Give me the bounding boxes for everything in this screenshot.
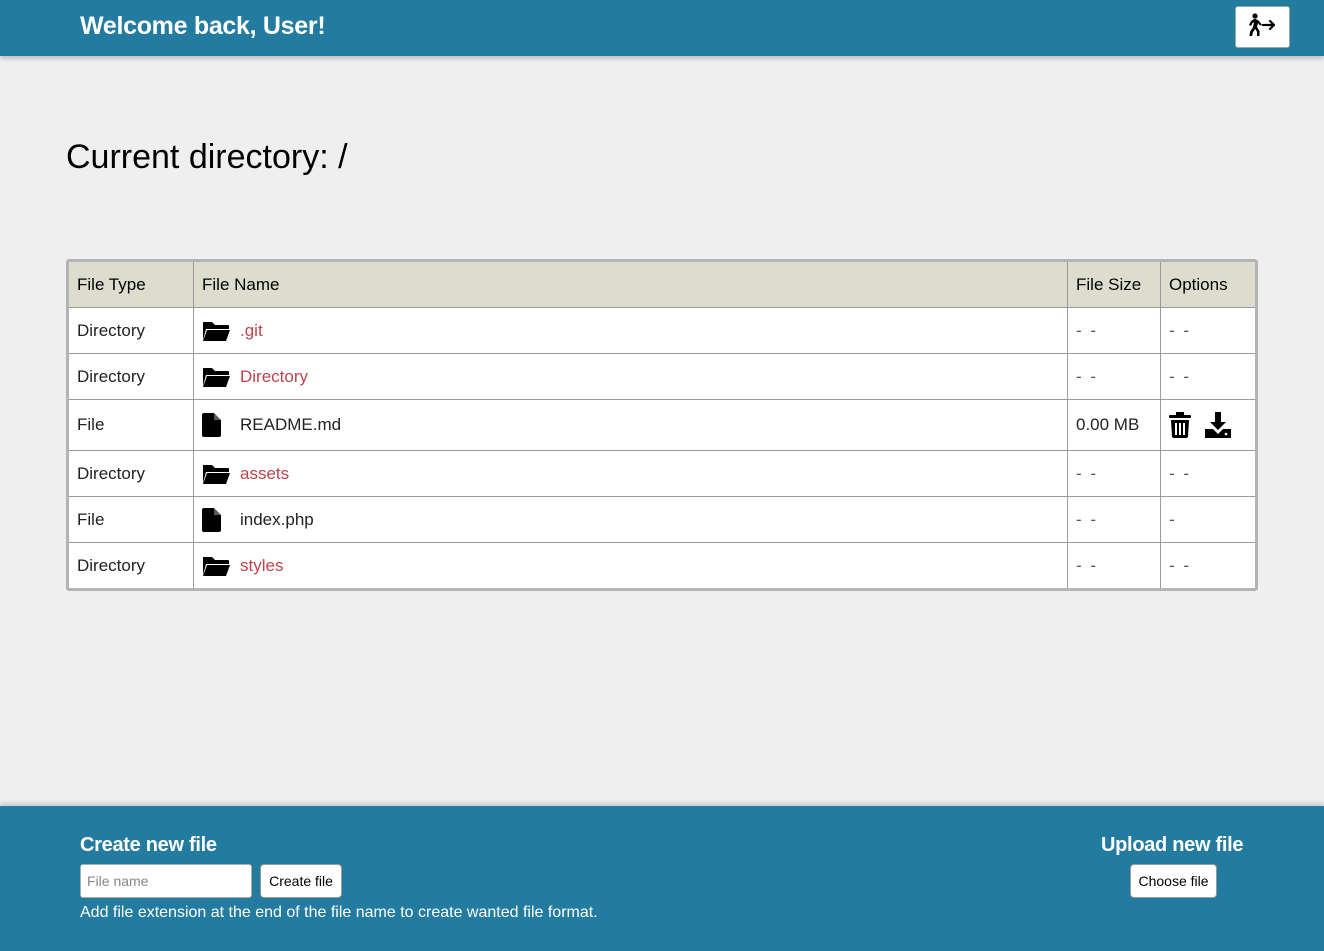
directory-link[interactable]: .git	[240, 321, 263, 341]
file-name-input[interactable]	[80, 864, 252, 898]
table-row: File README.md 0.00 MB	[69, 399, 1255, 451]
directory-link[interactable]: assets	[240, 464, 289, 484]
options-cell: - -	[1160, 450, 1255, 497]
file-size-cell: - -	[1067, 496, 1161, 543]
file-type-cell: Directory	[69, 450, 194, 497]
folder-open-icon	[202, 365, 232, 389]
options-cell: -	[1160, 496, 1255, 543]
file-name-cell: README.md	[193, 399, 1068, 451]
file-type-cell: File	[69, 496, 194, 543]
folder-open-icon	[202, 462, 232, 486]
file-name-cell: .git	[193, 307, 1068, 354]
options-cell: - -	[1160, 353, 1255, 400]
folder-open-icon	[202, 554, 232, 578]
file-size-cell: 0.00 MB	[1067, 399, 1161, 451]
file-icon	[202, 413, 232, 437]
footer: Create new file Create file Add file ext…	[0, 806, 1324, 951]
file-size-cell: - -	[1067, 307, 1161, 354]
create-file-title: Create new file	[80, 834, 217, 856]
file-name-cell: Directory	[193, 353, 1068, 400]
table-row: Directory assets - - - -	[69, 450, 1255, 497]
file-name: index.php	[240, 509, 314, 529]
table-row: Directory styles - - - -	[69, 542, 1255, 588]
file-type-cell: Directory	[69, 542, 194, 588]
table-header-row: File Type File Name File Size Options	[69, 262, 1255, 308]
trash-icon[interactable]	[1169, 412, 1191, 438]
header-file-size: File Size	[1067, 262, 1161, 308]
file-size-cell: - -	[1067, 542, 1161, 588]
file-name-cell: assets	[193, 450, 1068, 497]
header-options: Options	[1160, 262, 1255, 308]
choose-file-button[interactable]: Choose file	[1130, 864, 1217, 898]
file-size-cell: - -	[1067, 450, 1161, 497]
header-file-name: File Name	[193, 262, 1068, 308]
file-name-cell: index.php	[193, 496, 1068, 543]
current-directory-heading: Current directory: /	[66, 138, 348, 176]
options-cell: - -	[1160, 307, 1255, 354]
options-cell: - -	[1169, 555, 1192, 575]
table-row: Directory .git - - - -	[69, 307, 1255, 354]
person-exit-icon	[1246, 12, 1280, 43]
download-icon[interactable]	[1205, 412, 1231, 438]
logout-button[interactable]	[1235, 6, 1290, 48]
folder-open-icon	[202, 319, 232, 343]
file-type-cell: Directory	[69, 307, 194, 354]
welcome-title: Welcome back, User!	[80, 12, 326, 40]
file-size-cell: - -	[1067, 353, 1161, 400]
options-cell	[1160, 399, 1255, 451]
create-file-button[interactable]: Create file	[260, 864, 342, 898]
top-bar: Welcome back, User!	[0, 0, 1324, 56]
directory-link[interactable]: Directory	[240, 367, 308, 387]
file-table: File Type File Name File Size Options Di…	[66, 259, 1258, 591]
table-row: File index.php - - -	[69, 496, 1255, 543]
file-name: README.md	[240, 415, 342, 434]
header-file-type: File Type	[69, 262, 194, 308]
file-name-cell: styles	[193, 542, 1068, 588]
upload-file-title: Upload new file	[1101, 834, 1244, 856]
file-icon	[202, 507, 232, 532]
file-extension-hint: Add file extension at the end of the fil…	[80, 904, 598, 921]
table-row: Directory Directory - - - -	[69, 353, 1255, 400]
directory-link[interactable]: styles	[240, 556, 283, 576]
file-type-cell: Directory	[69, 353, 194, 400]
file-type-cell: File	[69, 399, 194, 451]
